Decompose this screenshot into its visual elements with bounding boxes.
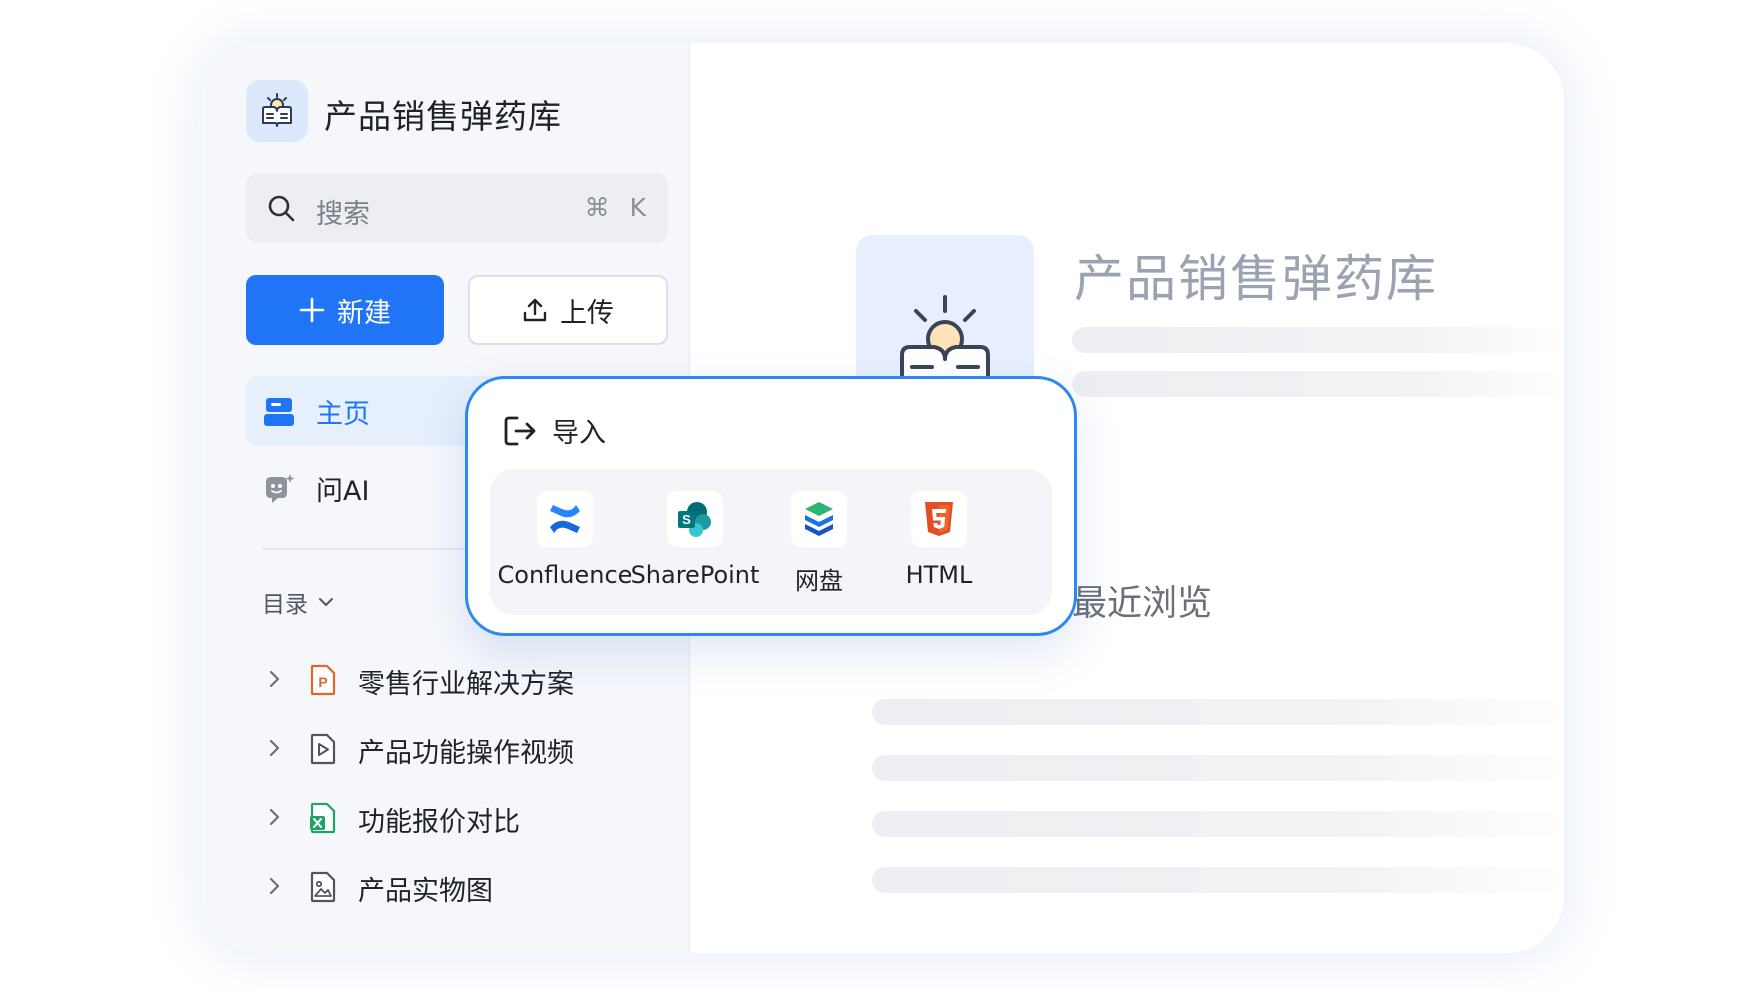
chevron-right-icon[interactable] <box>262 667 286 691</box>
knowledge-base-title: 产品销售弹药库 <box>324 97 562 136</box>
upload-button[interactable]: 上传 <box>468 275 668 345</box>
upload-icon <box>523 298 547 322</box>
skeleton-line <box>1072 327 1564 353</box>
skeleton-line <box>872 755 1564 781</box>
ai-robot-icon <box>266 474 295 503</box>
new-button[interactable]: 新建 <box>246 275 444 345</box>
plus-icon <box>299 297 325 323</box>
svg-text:P: P <box>318 674 327 690</box>
html5-icon <box>911 491 967 547</box>
tree-item[interactable]: 产品实物图 <box>262 862 682 912</box>
skeleton-line <box>872 811 1564 837</box>
search-input[interactable]: 搜索 ⌘ K <box>246 173 668 243</box>
search-placeholder: 搜索 <box>316 199 370 230</box>
tree-item[interactable]: 功能报价对比 <box>262 793 682 843</box>
import-title: 导入 <box>552 418 606 449</box>
import-option-html[interactable]: HTML <box>864 491 1014 601</box>
import-header: 导入 <box>502 411 606 450</box>
tree-item-label: 零售行业解决方案 <box>358 669 574 700</box>
import-option-label: HTML <box>905 561 973 589</box>
search-icon <box>268 195 295 222</box>
tree-item-label: 产品功能操作视频 <box>358 738 574 769</box>
netdisk-icon <box>791 491 847 547</box>
import-icon <box>504 416 536 445</box>
import-option-confluence[interactable]: Confluence <box>490 491 640 601</box>
nav-label-home: 主页 <box>316 399 370 430</box>
svg-text:S: S <box>682 512 691 527</box>
skeleton-line <box>1072 371 1564 397</box>
tree-item-label: 功能报价对比 <box>358 807 520 838</box>
confluence-icon <box>537 491 593 547</box>
import-popup: 导入 Confluence S SharePoint 网盘 HTML <box>465 376 1077 636</box>
tree-item[interactable]: 产品功能操作视频 <box>262 724 682 774</box>
tree-item-label: 产品实物图 <box>358 876 493 907</box>
brand-logo <box>246 80 308 142</box>
import-option-label: Confluence <box>497 561 633 589</box>
chevron-right-icon[interactable] <box>262 805 286 829</box>
nav-label-ask-ai: 问AI <box>316 476 370 507</box>
book-bulb-icon <box>262 93 292 127</box>
sharepoint-icon: S <box>667 491 723 547</box>
upload-button-label: 上传 <box>560 297 614 329</box>
toc-toggle[interactable]: 目录 <box>262 585 336 619</box>
recent-section-title: 最近浏览 <box>1072 584 1213 624</box>
home-icon <box>264 398 294 426</box>
image-file-icon <box>310 871 336 903</box>
toc-title: 目录 <box>262 592 308 618</box>
import-options: Confluence S SharePoint 网盘 HTML <box>490 469 1052 615</box>
skeleton-line <box>872 867 1564 893</box>
ppt-file-icon: P <box>310 664 336 696</box>
new-button-label: 新建 <box>337 297 391 329</box>
chevron-right-icon[interactable] <box>262 874 286 898</box>
tree-item[interactable]: P 零售行业解决方案 <box>262 655 682 705</box>
page-title: 产品销售弹药库 <box>1074 250 1438 308</box>
chevron-right-icon[interactable] <box>262 736 286 760</box>
video-file-icon <box>310 733 336 765</box>
skeleton-line <box>872 699 1564 725</box>
excel-file-icon <box>310 802 336 834</box>
search-shortcut-hint: ⌘ K <box>584 193 652 222</box>
chevron-down-icon <box>319 598 333 606</box>
